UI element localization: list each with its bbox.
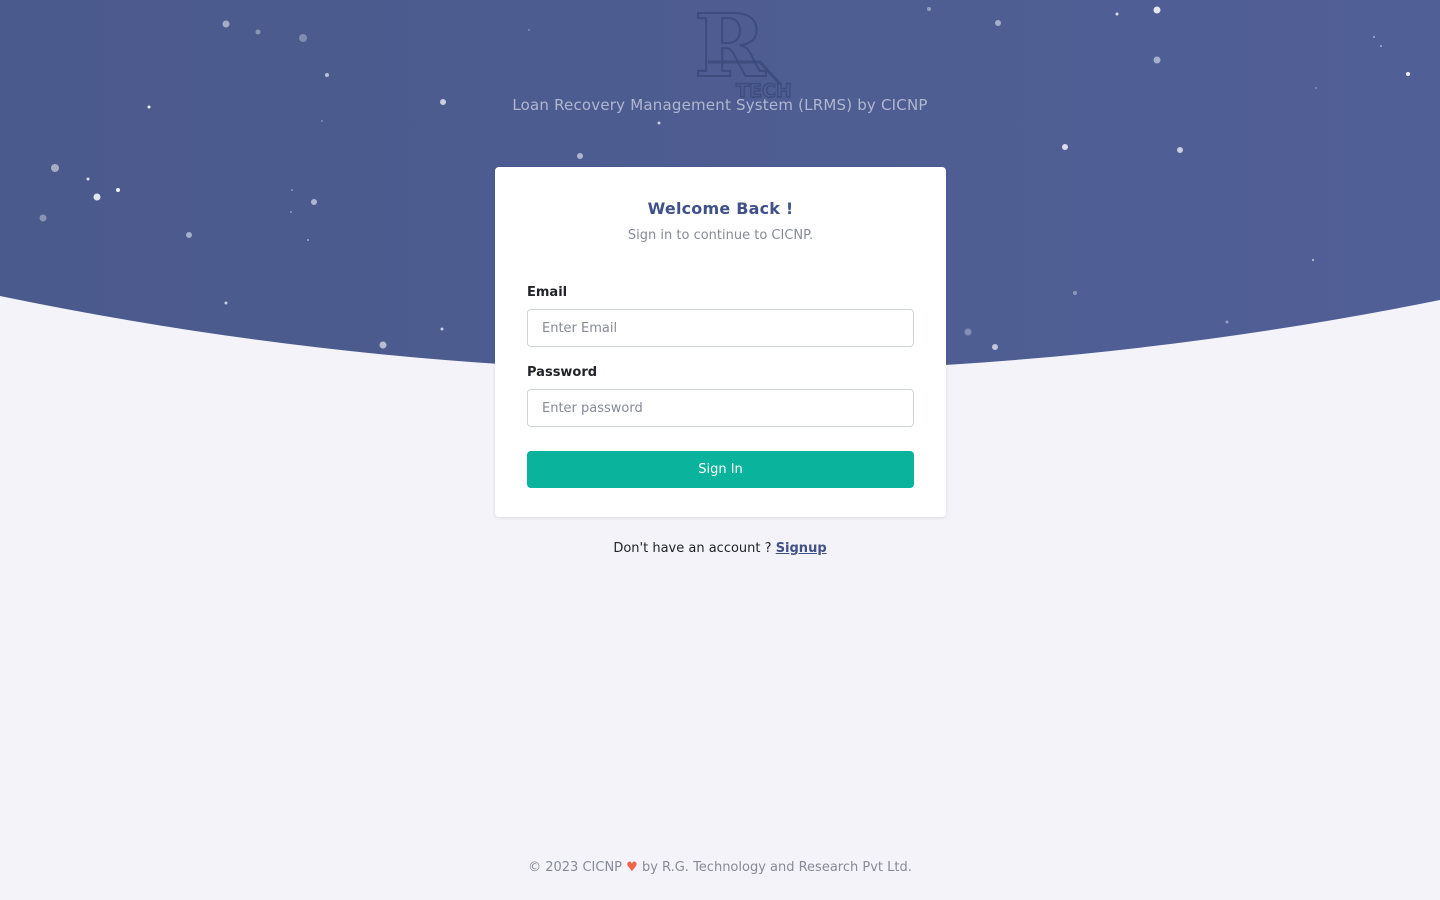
app-tagline: Loan Recovery Management System (LRMS) b… [512,96,928,114]
card-title: Welcome Back ! [647,199,794,218]
sign-in-button[interactable]: Sign In [527,451,914,488]
signup-link[interactable]: Signup [776,541,827,556]
password-label: Password [527,365,598,380]
footer-copyright: © 2023 CICNP [528,860,623,875]
rg-tech-logo-icon: R TECH [693,4,792,100]
signup-prompt: Don't have an account ? Signup [0,541,1440,556]
signup-prompt-text: Don't have an account ? [613,541,772,556]
login-page: R TECH Loan Recovery Management System (… [0,0,1440,900]
login-card: Welcome Back ! Sign in to continue to CI… [495,167,946,517]
email-label: Email [527,285,568,300]
card-subtitle: Sign in to continue to CICNP. [627,228,814,243]
footer-credit: by R.G. Technology and Research Pvt Ltd. [641,860,912,875]
footer: © 2023 CICNP ♥ by R.G. Technology and Re… [0,860,1440,875]
email-field[interactable] [527,309,914,347]
heart-icon: ♥ [626,860,638,875]
password-field[interactable] [527,389,914,427]
